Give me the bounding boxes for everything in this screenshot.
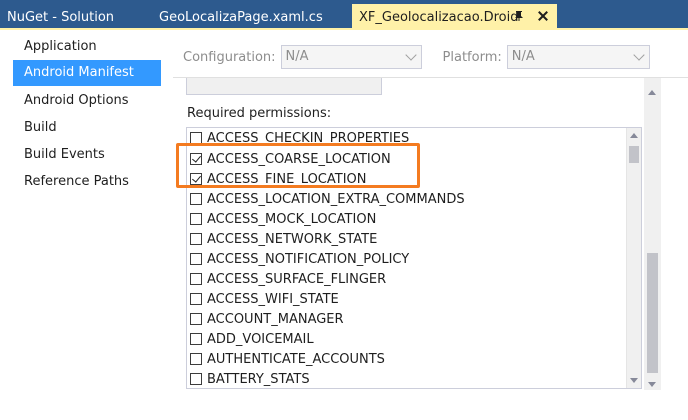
- install-location-select[interactable]: [186, 78, 382, 95]
- chevron-down-icon: [404, 49, 417, 61]
- permission-name: ACCESS_FINE_LOCATION: [207, 171, 367, 187]
- permission-name: BATTERY_STATS: [207, 371, 310, 387]
- tab-nuget-solution[interactable]: NuGet - Solution: [0, 4, 150, 30]
- tab-geolocalizapage-xaml-cs[interactable]: GeoLocalizaPage.xaml.cs: [152, 4, 350, 30]
- scrollbar-thumb[interactable]: [647, 253, 658, 373]
- checkbox[interactable]: [190, 293, 202, 305]
- checkbox[interactable]: [190, 153, 202, 165]
- sidebar-item-label: Android Manifest: [24, 65, 134, 80]
- permissions-list[interactable]: ACCESS_CHECKIN_PROPERTIES ACCESS_COARSE_…: [186, 127, 642, 389]
- permission-name: ACCOUNT_MANAGER: [207, 311, 344, 327]
- sidebar-item-label: Build Events: [24, 147, 105, 162]
- panel-scrollbar[interactable]: [644, 78, 661, 390]
- permission-name: ACCESS_WIFI_STATE: [207, 291, 339, 307]
- project-properties-nav: Application Android Manifest Android Opt…: [0, 32, 172, 420]
- permission-item[interactable]: ACCESS_FINE_LOCATION: [190, 169, 367, 189]
- sidebar-item-build-events[interactable]: Build Events: [13, 142, 161, 168]
- configuration-row: Configuration: N/A Platform: N/A: [183, 44, 650, 70]
- permission-item[interactable]: AUTHENTICATE_ACCOUNTS: [190, 349, 385, 369]
- permission-item[interactable]: ACCESS_NOTIFICATION_POLICY: [190, 249, 409, 269]
- configuration-label: Configuration:: [183, 49, 276, 65]
- sidebar-item-label: Build: [24, 120, 57, 135]
- sidebar-item-android-options[interactable]: Android Options: [13, 88, 161, 114]
- permission-item[interactable]: ACCESS_CHECKIN_PROPERTIES: [190, 128, 409, 148]
- platform-value: N/A: [511, 49, 535, 64]
- chevron-down-icon: [633, 49, 645, 61]
- permission-name: ACCESS_LOCATION_EXTRA_COMMANDS: [207, 191, 465, 207]
- permission-name: ACCESS_COARSE_LOCATION: [207, 151, 391, 167]
- required-permissions-label: Required permissions:: [187, 106, 332, 121]
- permission-item[interactable]: ACCESS_MOCK_LOCATION: [190, 209, 376, 229]
- checkbox[interactable]: [190, 233, 202, 245]
- permission-name: ACCESS_MOCK_LOCATION: [207, 211, 377, 227]
- permission-item[interactable]: ACCESS_WIFI_STATE: [190, 289, 339, 309]
- permission-name: AUTHENTICATE_ACCOUNTS: [207, 351, 385, 367]
- permission-name: ACCESS_NETWORK_STATE: [207, 231, 378, 247]
- checkbox[interactable]: [190, 273, 202, 285]
- scroll-down-icon[interactable]: [630, 378, 638, 383]
- checkbox[interactable]: [190, 373, 202, 385]
- permission-item[interactable]: ACCESS_COARSE_LOCATION: [190, 149, 391, 169]
- checkbox[interactable]: [190, 333, 202, 345]
- tab-xf-geolocalizacao-droid[interactable]: XF_Geolocalizacao.Droid: [352, 4, 557, 30]
- sidebar-item-android-manifest[interactable]: Android Manifest: [13, 60, 161, 86]
- checkbox[interactable]: [190, 132, 202, 144]
- sidebar-item-build[interactable]: Build: [13, 115, 161, 141]
- tab-label: NuGet - Solution: [7, 9, 115, 25]
- pin-icon[interactable]: [512, 10, 526, 24]
- tab-label: XF_Geolocalizacao.Droid: [359, 9, 519, 25]
- document-tab-strip: NuGet - Solution GeoLocalizaPage.xaml.cs…: [0, 0, 688, 30]
- scrollbar-thumb[interactable]: [629, 146, 639, 163]
- tab-label: GeoLocalizaPage.xaml.cs: [159, 9, 323, 25]
- scroll-up-icon[interactable]: [648, 90, 656, 95]
- close-icon[interactable]: [535, 8, 551, 24]
- platform-select[interactable]: N/A: [506, 45, 650, 69]
- sidebar-item-label: Reference Paths: [24, 174, 129, 189]
- checkbox[interactable]: [190, 253, 202, 265]
- sidebar-item-label: Android Options: [24, 93, 129, 108]
- configuration-value: N/A: [285, 49, 309, 64]
- permissions-scrollbar[interactable]: [626, 128, 641, 388]
- sidebar-item-application[interactable]: Application: [13, 34, 161, 60]
- checkbox[interactable]: [190, 173, 202, 185]
- scroll-down-icon[interactable]: [648, 382, 656, 387]
- checkbox[interactable]: [190, 313, 202, 325]
- permission-item[interactable]: ACCOUNT_MANAGER: [190, 309, 344, 329]
- permission-item[interactable]: BATTERY_STATS: [190, 369, 310, 388]
- permission-name: ADD_VOICEMAIL: [207, 331, 314, 347]
- checkbox[interactable]: [190, 353, 202, 365]
- permission-item[interactable]: ADD_VOICEMAIL: [190, 329, 314, 349]
- permission-item[interactable]: ACCESS_NETWORK_STATE: [190, 229, 377, 249]
- sidebar-item-label: Application: [24, 39, 97, 54]
- platform-label: Platform:: [442, 49, 502, 65]
- permission-name: ACCESS_SURFACE_FLINGER: [207, 271, 387, 287]
- sidebar-item-reference-paths[interactable]: Reference Paths: [13, 169, 161, 195]
- permission-name: ACCESS_NOTIFICATION_POLICY: [207, 251, 410, 267]
- configuration-select[interactable]: N/A: [280, 45, 422, 69]
- checkbox[interactable]: [190, 213, 202, 225]
- checkbox[interactable]: [190, 193, 202, 205]
- permission-name: ACCESS_CHECKIN_PROPERTIES: [207, 130, 410, 146]
- permission-item[interactable]: ACCESS_SURFACE_FLINGER: [190, 269, 386, 289]
- permission-item[interactable]: ACCESS_LOCATION_EXTRA_COMMANDS: [190, 189, 465, 209]
- scroll-up-icon[interactable]: [630, 133, 638, 138]
